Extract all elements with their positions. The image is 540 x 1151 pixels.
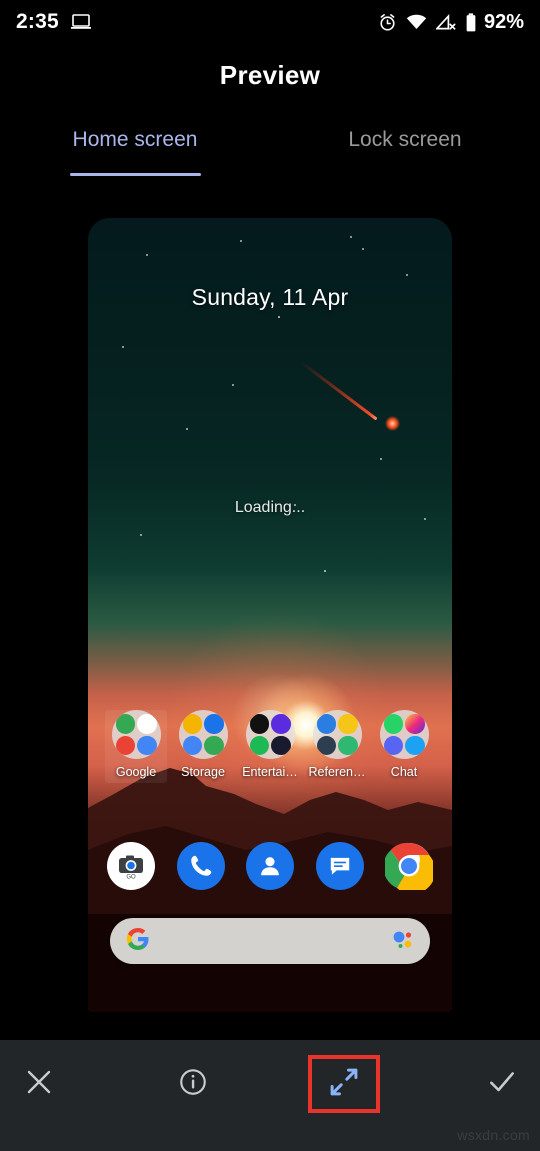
mini-icon [383, 735, 403, 755]
tab-active-indicator [69, 173, 201, 176]
meteor-head-decoration [385, 416, 400, 431]
signal-no-sim-icon [435, 14, 456, 30]
loading-label: Loading... [234, 499, 306, 516]
info-button[interactable] [157, 1055, 229, 1113]
folder-chat-label: Chat [390, 765, 418, 779]
mini-icon [316, 714, 336, 734]
mini-icon [137, 735, 157, 755]
folder-storage-icon [178, 710, 228, 759]
camera-go-app-icon[interactable]: GO [107, 842, 155, 890]
mini-icon [271, 714, 291, 734]
date-widget: Sunday, 11 Apr [191, 284, 349, 310]
mini-icon [405, 735, 425, 755]
svg-text:GO: GO [126, 875, 136, 881]
mini-icon [405, 714, 425, 734]
mini-icon [204, 714, 224, 734]
tab-lock-screen[interactable]: Lock screen [270, 128, 540, 182]
phone-app-icon[interactable] [176, 842, 225, 890]
mini-icon [271, 735, 291, 755]
tab-home-screen[interactable]: Home screen [0, 128, 270, 182]
battery-icon [465, 12, 477, 32]
folder-row: Google Storage Entertai… Referen… Chat [88, 710, 452, 783]
folder-reference-label: Referen… [308, 765, 366, 779]
mini-icon [182, 735, 202, 755]
mini-icon [249, 735, 269, 755]
folder-chat[interactable]: Chat [373, 710, 435, 783]
chrome-app-icon[interactable] [385, 842, 433, 890]
folder-storage-label: Storage [181, 765, 225, 779]
mini-icon [182, 714, 202, 734]
folder-reference-icon [312, 710, 362, 759]
google-assistant-icon[interactable] [390, 927, 414, 956]
wifi-icon [406, 14, 427, 30]
check-icon [486, 1066, 518, 1103]
status-bar: 2:35 92% [0, 0, 540, 44]
battery-percent: 92% [483, 10, 524, 33]
page-title: Preview [219, 60, 321, 90]
folder-google-label: Google [115, 765, 157, 779]
preview-screen: 2:35 92% Preview Home screen Lock screen… [0, 0, 540, 1151]
folder-entertainment[interactable]: Entertai… [239, 710, 301, 783]
folder-entertainment-label: Entertai… [242, 765, 298, 779]
mini-icon [383, 714, 403, 734]
tab-bar: Home screen Lock screen [0, 128, 540, 182]
tab-inactive-indicator [340, 173, 471, 176]
x-icon [24, 1067, 54, 1102]
tab-home-screen-label: Home screen [72, 128, 198, 151]
laptop-icon [70, 14, 91, 30]
alarm-icon [378, 13, 397, 32]
folder-google-icon [111, 710, 161, 759]
expand-arrows-icon [327, 1065, 361, 1104]
google-search-bar[interactable] [110, 918, 430, 964]
mini-icon [249, 714, 269, 734]
home-screen-preview-card[interactable]: Sunday, 11 Apr Loading... Google Storage… [88, 218, 452, 1012]
info-circle-icon [178, 1067, 208, 1102]
confirm-button[interactable] [466, 1055, 538, 1113]
status-bar-left: 2:35 [16, 10, 91, 34]
mini-icon [204, 735, 224, 755]
status-bar-right: 92% [378, 11, 524, 34]
messages-app-icon[interactable] [315, 842, 364, 890]
mini-icon [316, 735, 336, 755]
mini-icon [137, 714, 157, 734]
folder-storage[interactable]: Storage [172, 710, 234, 783]
mini-icon [338, 735, 358, 755]
mini-icon [115, 714, 135, 734]
folder-google[interactable]: Google [105, 710, 167, 783]
tab-lock-screen-label: Lock screen [348, 128, 462, 151]
close-button[interactable] [3, 1055, 75, 1113]
google-g-icon [126, 927, 150, 956]
folder-chat-icon [379, 710, 429, 759]
contacts-app-icon[interactable] [246, 842, 294, 890]
mini-icon [338, 714, 358, 734]
status-time: 2:35 [16, 10, 59, 33]
watermark: wsxdn.com [457, 1127, 530, 1143]
dock: GO [88, 842, 452, 890]
folder-entertainment-icon [245, 710, 295, 759]
mini-icon [115, 735, 135, 755]
expand-button[interactable] [308, 1055, 380, 1113]
folder-reference[interactable]: Referen… [306, 710, 368, 783]
